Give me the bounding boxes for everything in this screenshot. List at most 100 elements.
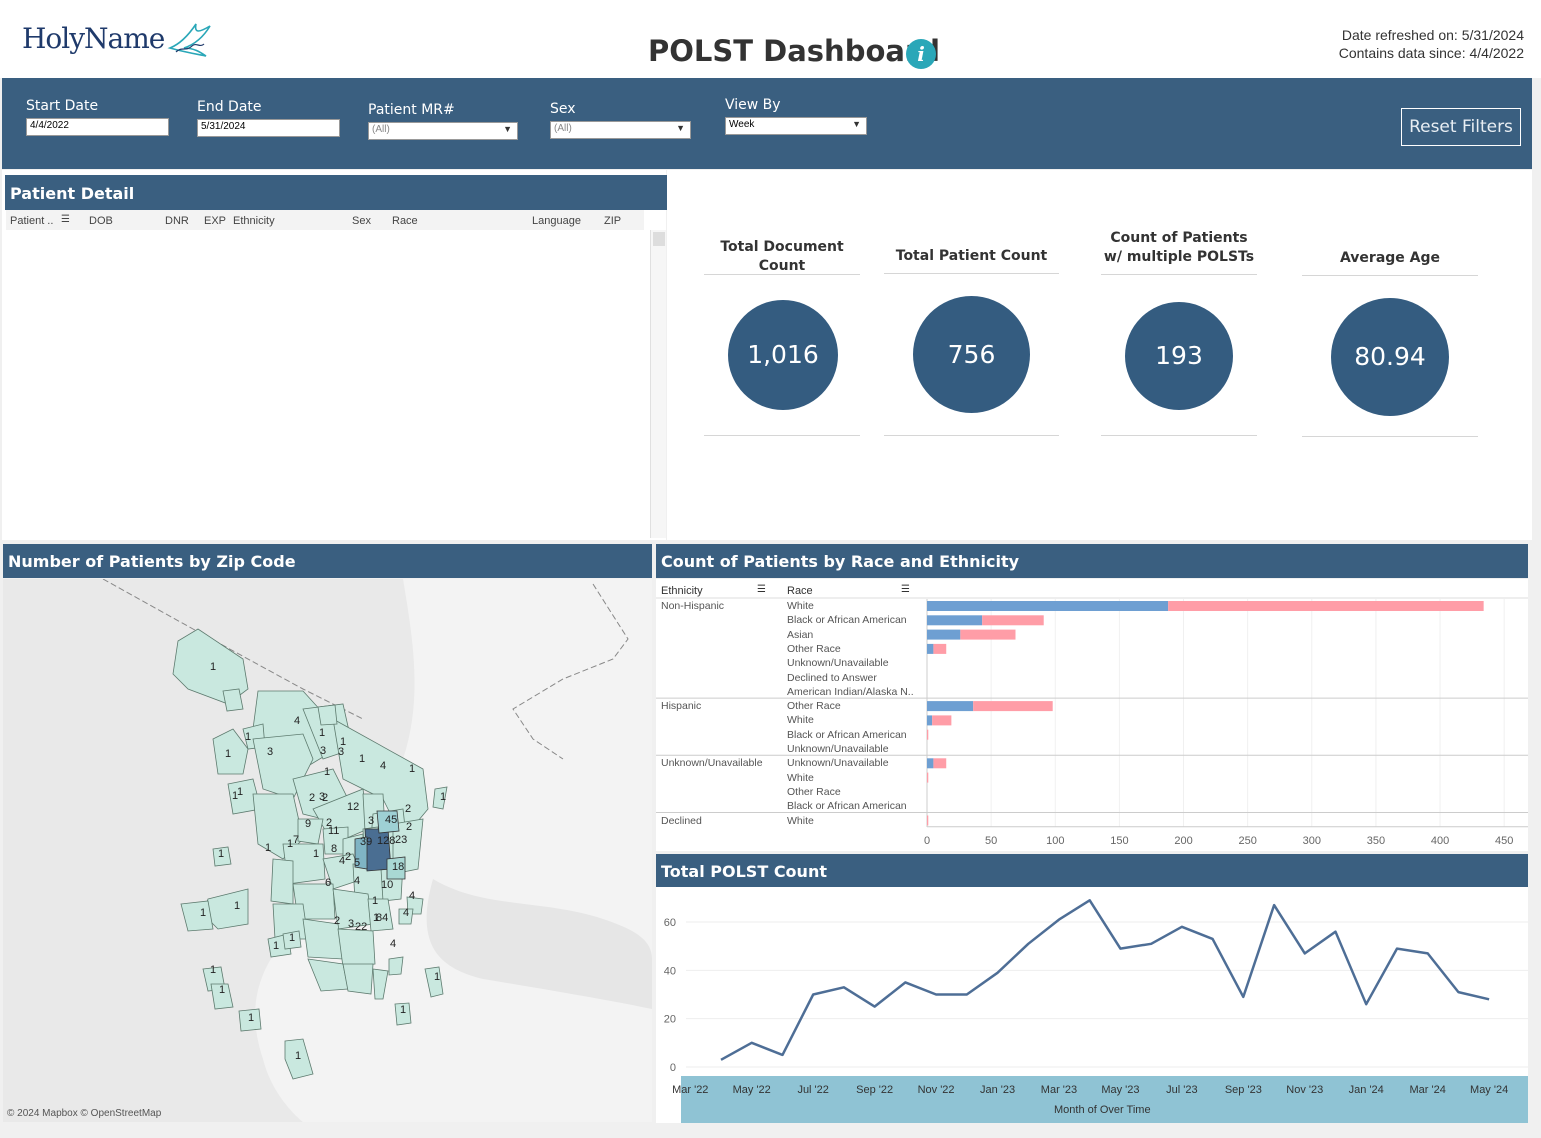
- filter-bar: Start Date 4/4/2022 End Date 5/31/2024 P…: [2, 78, 1532, 169]
- bar-segment-female[interactable]: [927, 729, 929, 740]
- polst-series-line[interactable]: [720, 899, 1490, 1061]
- col-exp[interactable]: EXP: [204, 215, 226, 227]
- zip-count-label: 1: [373, 912, 379, 924]
- kpi-value: 80.94: [1331, 298, 1449, 416]
- zip-region[interactable]: [342, 963, 374, 995]
- x-tick-label: 100: [1046, 835, 1064, 847]
- x-tick-label: 50: [985, 835, 997, 847]
- zip-count-label: 4: [294, 715, 300, 727]
- x-tick-label: May '22: [733, 1084, 771, 1096]
- zip-count-label: 1: [200, 907, 206, 919]
- kpi-label: Average Age: [1339, 250, 1441, 266]
- bar-segment-female[interactable]: [933, 758, 947, 769]
- patient-mr-value: (All): [372, 124, 390, 135]
- race-bars: 0 50 100 150 200 250 300 350 400 450: [656, 597, 1528, 847]
- map-canvas[interactable]: 14113 311134 113123 4512839 23222911784 56 4 10…: [3, 579, 652, 1122]
- zip-count-label: 1: [234, 900, 240, 912]
- zip-count-label: 4: [339, 855, 345, 867]
- x-tick-label: 0: [924, 835, 930, 847]
- bar-segment-male[interactable]: [927, 615, 983, 626]
- zip-region[interactable]: [388, 956, 404, 976]
- y-tick-label: 60: [664, 917, 676, 929]
- col-dob[interactable]: DOB: [89, 215, 113, 227]
- col-language[interactable]: Language: [532, 215, 581, 227]
- x-tick-label: May '23: [1101, 1084, 1139, 1096]
- x-tick-label: 200: [1174, 835, 1192, 847]
- start-date-filter: Start Date 4/4/2022: [26, 98, 169, 136]
- zip-region[interactable]: [337, 928, 376, 968]
- bar-segment-male[interactable]: [927, 758, 934, 769]
- sex-dropdown[interactable]: (All) ▼: [550, 121, 691, 139]
- divider: [884, 273, 1059, 274]
- x-tick-label: Jul '23: [1166, 1084, 1197, 1096]
- x-tick-label: Sep '23: [1225, 1084, 1262, 1096]
- zip-count-label: 1: [324, 766, 330, 778]
- zip-count-label: 1: [219, 984, 225, 996]
- holy-name-logo: HolyName: [22, 18, 214, 58]
- logo-text: HolyName: [22, 21, 165, 55]
- col-dnr[interactable]: DNR: [165, 215, 189, 227]
- zip-count-label: 4: [354, 875, 360, 887]
- zip-region[interactable]: [222, 688, 244, 712]
- bar-segment-female[interactable]: [973, 701, 1053, 712]
- col-ethnicity[interactable]: Ethnicity: [233, 215, 275, 227]
- view-by-dropdown[interactable]: Week ▼: [725, 117, 867, 135]
- zip-count-label: 1: [319, 727, 325, 739]
- zip-count-label: 1: [289, 932, 295, 944]
- zip-count-label: 2: [309, 792, 315, 804]
- kpi-average-age: Average Age 80.94: [1302, 240, 1478, 438]
- zip-count-label: 7: [293, 834, 299, 846]
- map-attribution[interactable]: © 2024 Mapbox © OpenStreetMap: [7, 1108, 161, 1119]
- start-date-input[interactable]: 4/4/2022: [26, 118, 169, 136]
- scrollbar-thumb[interactable]: [653, 232, 665, 246]
- bar-segment-female[interactable]: [927, 772, 929, 783]
- x-tick-label: Sep '22: [856, 1084, 893, 1096]
- zip-count-label: 1: [359, 753, 365, 765]
- patient-detail-title: Patient Detail: [5, 175, 667, 210]
- zip-region[interactable]: [180, 900, 214, 932]
- reset-filters-button[interactable]: Reset Filters: [1401, 108, 1521, 146]
- col-patient[interactable]: Patient ..: [10, 215, 53, 227]
- chevron-down-icon: ▼: [503, 124, 512, 134]
- x-tick-label: 450: [1495, 835, 1513, 847]
- zip-region[interactable]: [317, 704, 338, 726]
- zip-count-label: 2: [406, 821, 412, 833]
- patient-detail-scrollbar[interactable]: [650, 230, 666, 538]
- zip-count-label: 1: [218, 848, 224, 860]
- zip-count-label: 39: [360, 836, 372, 848]
- sex-filter: Sex (All) ▼: [550, 101, 691, 139]
- zip-region[interactable]: [270, 858, 294, 905]
- divider: [704, 274, 860, 275]
- col-sex[interactable]: Sex: [352, 215, 371, 227]
- zip-count-label: 1: [225, 748, 231, 760]
- bar-segment-female[interactable]: [1168, 601, 1484, 611]
- zip-count-label: 2: [345, 851, 351, 863]
- divider: [1101, 274, 1257, 275]
- bar-segment-male[interactable]: [927, 629, 961, 640]
- bar-segment-female[interactable]: [927, 815, 929, 826]
- zip-count-label: 3: [348, 918, 354, 930]
- col-zip[interactable]: ZIP: [604, 215, 621, 227]
- zip-count-label: 1: [313, 848, 319, 860]
- x-tick-label: Mar '23: [1041, 1084, 1077, 1096]
- end-date-input[interactable]: 5/31/2024: [197, 119, 340, 137]
- zip-code-map[interactable]: 1 4 1 1 3 3 1 1 1 3 4 1 1 3 12 3 45 128 39 23 2 2 2 9 11 7 8 4 5 6 4 10…: [3, 579, 652, 1122]
- bar-segment-male[interactable]: [927, 601, 1169, 611]
- patient-mr-dropdown[interactable]: (All) ▼: [368, 122, 518, 140]
- bar-segment-male[interactable]: [927, 643, 934, 654]
- zip-count-label: 1: [265, 842, 271, 854]
- zip-count-label: 18: [392, 861, 404, 873]
- col-race[interactable]: Race: [392, 215, 418, 227]
- info-icon[interactable]: i: [906, 39, 936, 69]
- bar-segment-male[interactable]: [927, 715, 933, 726]
- bar-segment-female[interactable]: [932, 715, 952, 726]
- sort-icon[interactable]: ☰: [61, 214, 70, 225]
- date-refreshed: Date refreshed on: 5/31/2024: [1341, 27, 1524, 43]
- divider: [884, 435, 1059, 436]
- bar-segment-female[interactable]: [982, 615, 1044, 626]
- zip-count-label: 128: [377, 835, 395, 847]
- bar-segment-female[interactable]: [960, 629, 1016, 640]
- bar-segment-female[interactable]: [933, 643, 947, 654]
- zip-count-label: 1: [440, 791, 446, 803]
- bar-segment-male[interactable]: [927, 701, 974, 712]
